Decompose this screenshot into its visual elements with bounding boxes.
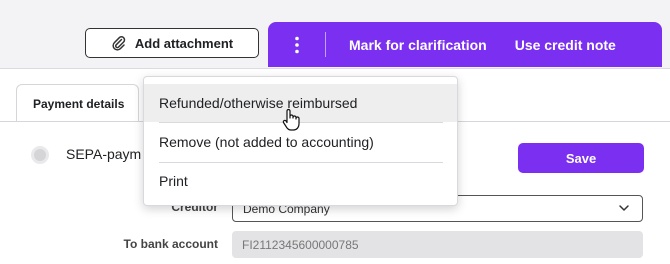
add-attachment-label: Add attachment xyxy=(134,35,234,51)
chevron-down-icon xyxy=(619,205,629,211)
payment-method-radio[interactable] xyxy=(31,146,49,164)
mark-for-clarification-button[interactable]: Mark for clarification xyxy=(335,37,501,53)
tab-label: Payment details xyxy=(33,96,125,111)
more-options-button[interactable] xyxy=(268,22,326,67)
tab-payment-details[interactable]: Payment details xyxy=(16,84,139,122)
menu-item-print[interactable]: Print xyxy=(144,162,457,200)
to-bank-account-label: To bank account xyxy=(123,237,218,251)
to-bank-account-field: FI2112345600000785 xyxy=(232,231,643,258)
paperclip-icon xyxy=(112,36,126,51)
action-bar: Mark for clarification Use credit note xyxy=(268,22,662,67)
use-credit-note-button[interactable]: Use credit note xyxy=(501,37,630,53)
save-button[interactable]: Save xyxy=(518,143,644,173)
more-vertical-icon xyxy=(295,36,299,53)
add-attachment-button[interactable]: Add attachment xyxy=(85,28,259,58)
bank-account-value: FI2112345600000785 xyxy=(242,237,359,252)
hand-pointer-icon xyxy=(282,108,300,131)
more-options-menu: Refunded/otherwise reimbursed Remove (no… xyxy=(143,76,458,206)
payment-method-label: SEPA-paym xyxy=(66,146,142,162)
